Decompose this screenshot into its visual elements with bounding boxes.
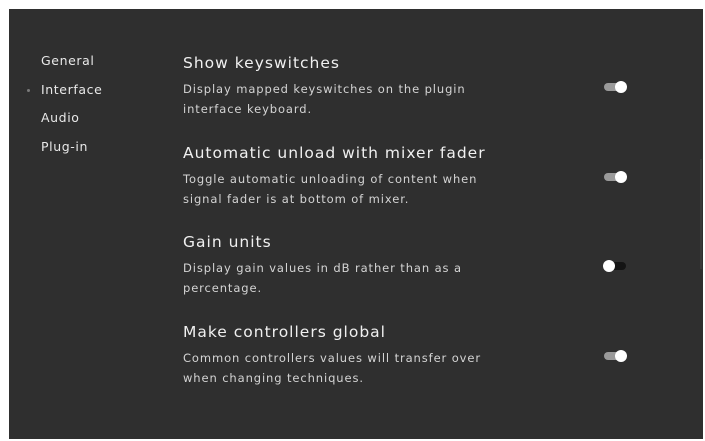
nav-item-label: General <box>41 53 95 68</box>
nav-item-label: Interface <box>41 81 103 97</box>
setting-title: Gain units <box>183 233 272 251</box>
setting-show-keyswitches: Show keyswitches Display mapped keyswitc… <box>183 53 643 143</box>
scrollbar[interactable] <box>700 159 702 269</box>
toggle-knob <box>615 81 627 93</box>
setting-description: Toggle automatic unloading of content wh… <box>183 171 478 206</box>
setting-title: Automatic unload with mixer fader <box>183 143 486 162</box>
setting-make-controllers-global: Make controllers global Common controlle… <box>183 322 643 412</box>
nav-item-label: Plug-in <box>41 138 88 154</box>
setting-description: Common controllers values will transfer … <box>183 350 481 385</box>
nav-item-interface[interactable]: Interface <box>27 81 161 111</box>
settings-list: Show keyswitches Display mapped keyswitc… <box>183 53 643 411</box>
settings-nav: General Interface Audio Plug-in <box>27 53 161 168</box>
setting-automatic-unload: Automatic unload with mixer fader Toggle… <box>183 143 643 233</box>
setting-title: Make controllers global <box>183 322 386 341</box>
active-indicator-dot <box>27 88 30 92</box>
automatic-unload-toggle[interactable] <box>604 170 627 183</box>
setting-gain-units: Gain units Display gain values in dB rat… <box>183 232 643 322</box>
nav-item-general[interactable]: General <box>41 53 161 82</box>
settings-panel: General Interface Audio Plug-in Show key… <box>9 9 703 439</box>
setting-description: Display mapped keyswitches on the plugin… <box>183 82 466 116</box>
gain-units-toggle[interactable] <box>603 260 626 272</box>
toggle-knob <box>615 170 627 183</box>
toggle-knob <box>615 349 627 362</box>
nav-item-plug-in[interactable]: Plug-in <box>41 139 161 168</box>
setting-description: Display gain values in dB rather than as… <box>183 261 462 295</box>
nav-item-audio[interactable]: Audio <box>41 110 161 139</box>
toggle-knob <box>603 260 615 272</box>
setting-title: Show keyswitches <box>183 54 340 72</box>
make-controllers-global-toggle[interactable] <box>604 349 627 362</box>
nav-item-label: Audio <box>41 110 80 125</box>
show-keyswitches-toggle[interactable] <box>604 81 627 93</box>
